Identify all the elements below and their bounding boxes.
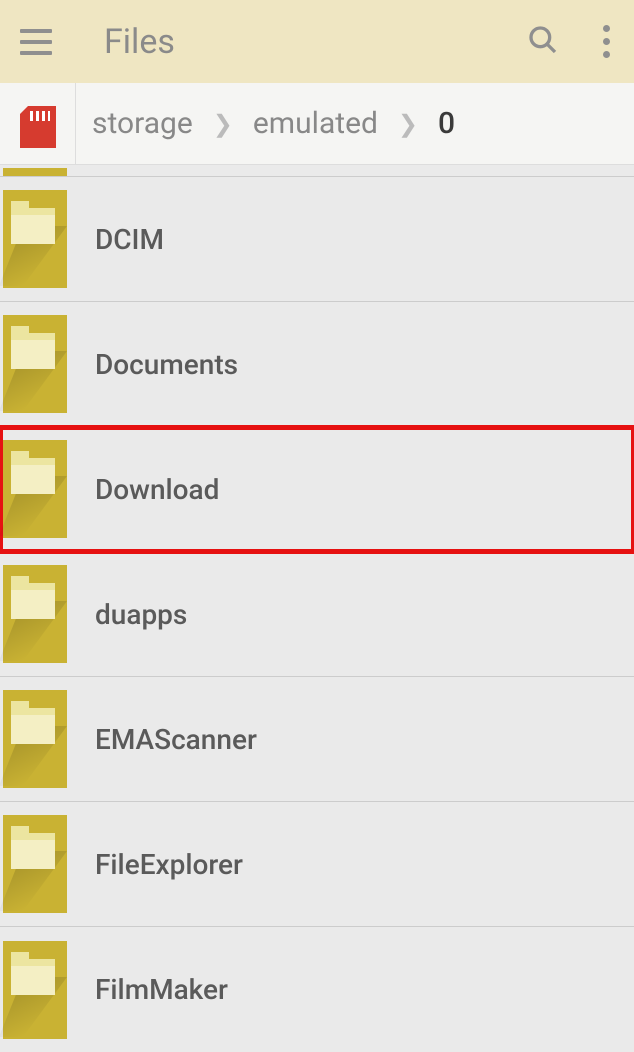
file-name: duapps <box>95 598 187 631</box>
storage-root-button[interactable] <box>0 83 76 165</box>
search-icon[interactable] <box>527 24 559 60</box>
file-name: DCIM <box>95 223 164 256</box>
list-item[interactable]: EMAScanner <box>0 677 634 802</box>
file-name: EMAScanner <box>95 723 257 756</box>
file-name: Download <box>95 473 219 506</box>
breadcrumb-items: storage ❯ emulated ❯ 0 <box>76 106 459 141</box>
chevron-right-icon: ❯ <box>382 110 434 138</box>
breadcrumb-item-current[interactable]: 0 <box>434 106 459 141</box>
file-name: Documents <box>95 348 238 381</box>
list-item[interactable] <box>0 165 634 177</box>
list-item[interactable]: DCIM <box>0 177 634 302</box>
folder-icon <box>3 690 67 788</box>
chevron-right-icon: ❯ <box>197 110 249 138</box>
folder-icon <box>3 440 67 538</box>
folder-icon <box>3 815 67 913</box>
list-item[interactable]: Documents <box>0 302 634 427</box>
list-item[interactable]: duapps <box>0 552 634 677</box>
breadcrumb-item[interactable]: storage <box>88 106 197 141</box>
folder-icon <box>3 315 67 413</box>
app-title: Files <box>104 22 527 62</box>
file-name: FilmMaker <box>95 973 228 1006</box>
app-bar: Files <box>0 0 634 83</box>
list-item[interactable]: Download <box>0 427 634 552</box>
folder-icon <box>3 168 67 176</box>
breadcrumb-item[interactable]: emulated <box>249 106 382 141</box>
sd-card-icon <box>20 106 56 148</box>
list-item[interactable]: FilmMaker <box>0 927 634 1052</box>
list-item[interactable]: FileExplorer <box>0 802 634 927</box>
folder-icon <box>3 190 67 288</box>
folder-icon <box>3 565 67 663</box>
folder-icon <box>3 941 67 1039</box>
breadcrumb: storage ❯ emulated ❯ 0 <box>0 83 634 165</box>
file-list: DCIM Documents Download duapps EMAScanne… <box>0 165 634 1052</box>
file-name: FileExplorer <box>95 848 243 881</box>
menu-icon[interactable] <box>20 24 56 60</box>
more-icon[interactable] <box>603 25 610 58</box>
